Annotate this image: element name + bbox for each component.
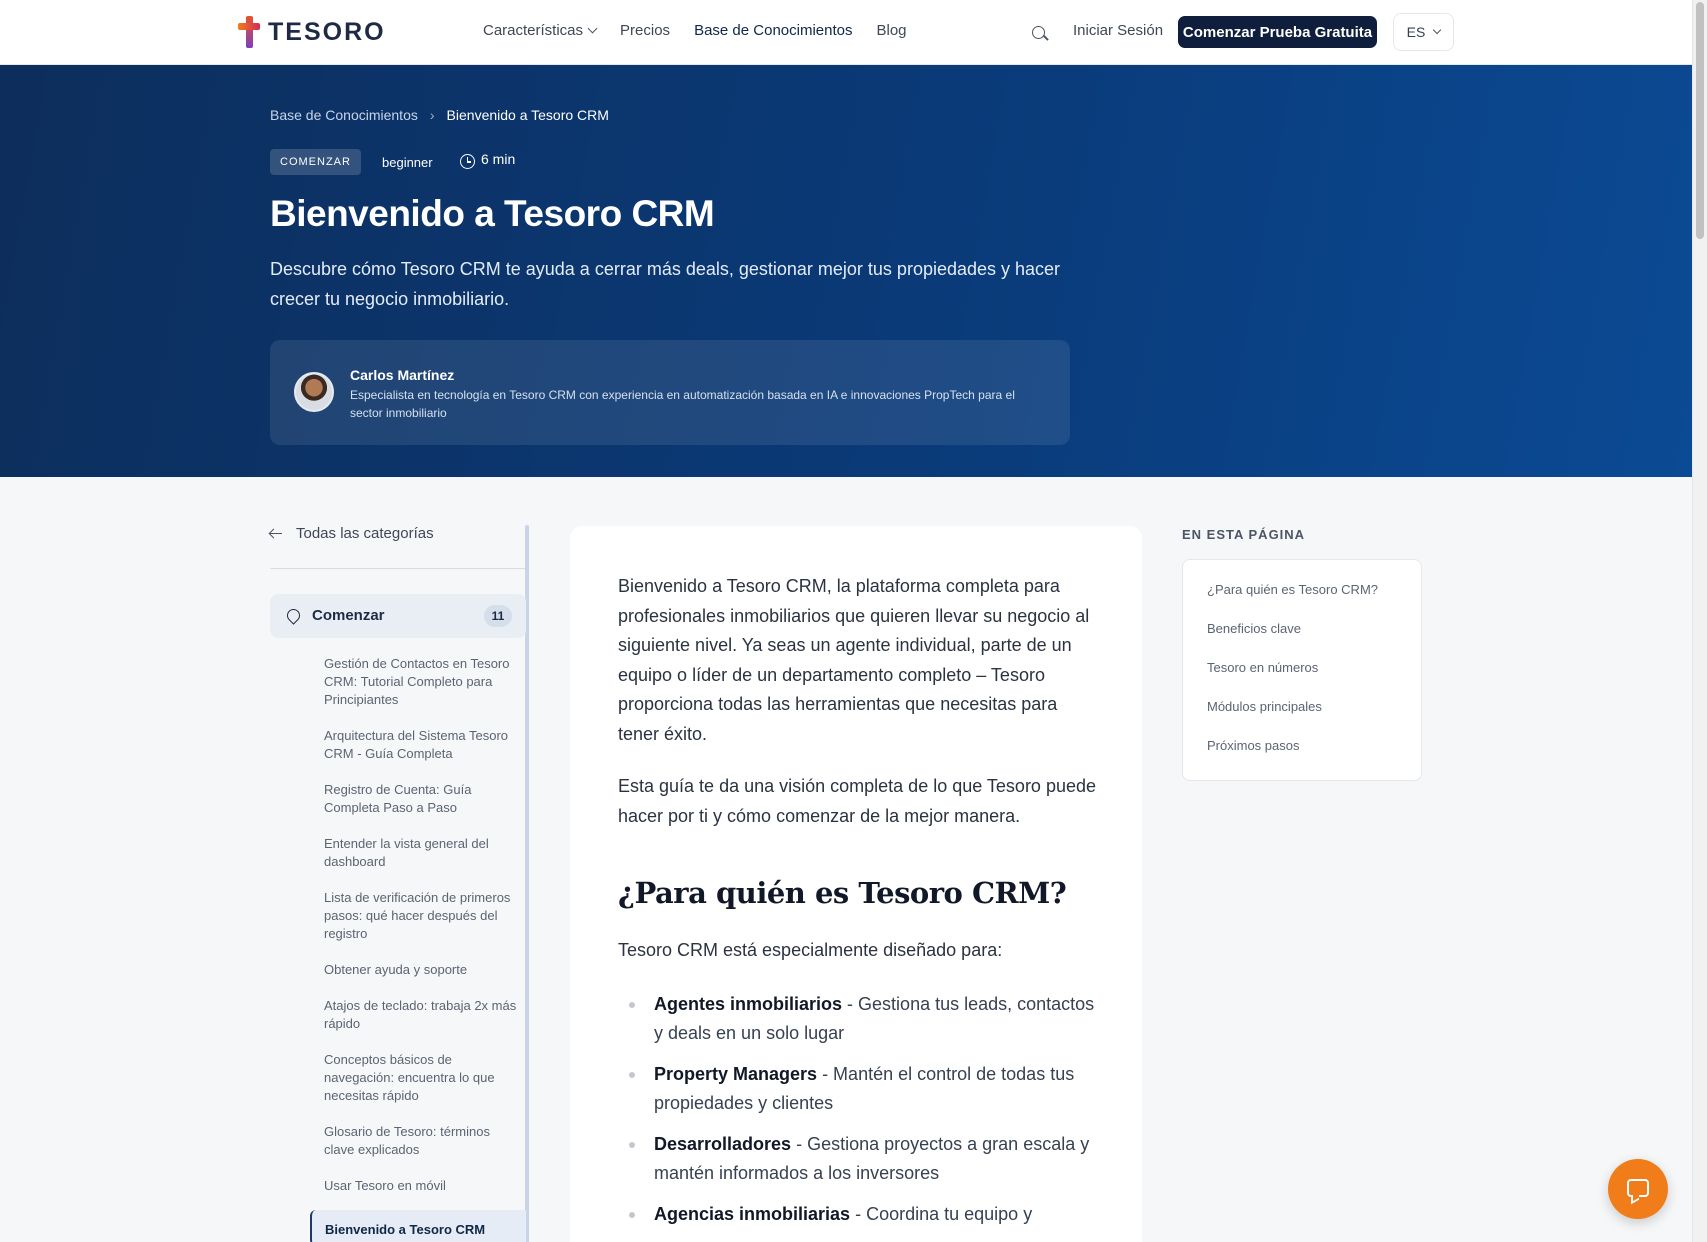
- sidebar-article-item[interactable]: Arquitectura del Sistema Tesoro CRM - Gu…: [310, 727, 520, 763]
- sidebar-article-item[interactable]: Lista de verificación de primeros pasos:…: [310, 889, 520, 943]
- list-item-term: Property Managers: [654, 1064, 818, 1084]
- sidebar-divider: [270, 568, 526, 569]
- sidebar-article-item[interactable]: Glosario de Tesoro: términos clave expli…: [310, 1123, 520, 1159]
- tesoro-logo-icon: [238, 16, 260, 48]
- author-avatar: [294, 372, 334, 412]
- sidebar-article-item[interactable]: Registro de Cuenta: Guía Completa Paso a…: [310, 781, 520, 817]
- list-item-term: Desarrolladores: [654, 1134, 792, 1154]
- back-label: Todas las categorías: [296, 525, 434, 542]
- list-item: Agencias inmobiliarias - Coordina tu equ…: [618, 1200, 1098, 1229]
- article-guide-paragraph: Esta guía te da una visión completa de l…: [618, 776, 1097, 826]
- list-item-desc: - Coordina tu equipo y: [850, 1204, 1033, 1224]
- page-scrollbar[interactable]: [1692, 0, 1707, 1242]
- list-item-term: Agencias inmobiliarias: [654, 1204, 851, 1224]
- bullet-icon: [629, 1212, 635, 1218]
- article-hero: Base de Conocimientos › Bienvenido a Tes…: [0, 65, 1692, 477]
- chat-bubble-icon: [1627, 1179, 1649, 1197]
- language-label: ES: [1406, 24, 1426, 40]
- back-to-categories-link[interactable]: Todas las categorías: [270, 525, 434, 542]
- category-getting-started[interactable]: Comenzar 11: [270, 594, 526, 638]
- list-item: Property Managers - Mantén el control de…: [618, 1060, 1098, 1118]
- category-badge[interactable]: COMENZAR: [270, 149, 361, 175]
- article-intro: Bienvenido a Tesoro CRM, la plataforma c…: [618, 576, 1090, 744]
- read-time: 6 min: [481, 151, 516, 167]
- audience-list: Agentes inmobiliarios - Gestiona tus lea…: [618, 990, 1098, 1241]
- login-link[interactable]: Iniciar Sesión: [1073, 22, 1163, 39]
- nav-blog[interactable]: Blog: [877, 22, 907, 39]
- brand-name: TESORO: [268, 17, 386, 46]
- main-nav: Características Precios Base de Conocimi…: [483, 22, 907, 39]
- sidebar-article-item[interactable]: Conceptos básicos de navegación: encuent…: [310, 1051, 520, 1105]
- toc-item[interactable]: Próximos pasos: [1207, 738, 1378, 756]
- sidebar-article-item[interactable]: Obtener ayuda y soporte: [310, 961, 520, 979]
- sidebar-article-item[interactable]: Usar Tesoro en móvil: [310, 1177, 520, 1195]
- chevron-down-icon: [1433, 25, 1442, 35]
- page-title: Bienvenido a Tesoro CRM: [270, 193, 715, 234]
- article-content: Bienvenido a Tesoro CRM, la plataforma c…: [570, 526, 1142, 1242]
- breadcrumb-knowledge-base[interactable]: Base de Conocimientos: [270, 107, 418, 123]
- search-icon[interactable]: [1032, 26, 1045, 39]
- arrow-left-icon: [270, 529, 282, 539]
- breadcrumb-current: Bienvenido a Tesoro CRM: [446, 107, 609, 123]
- sidebar-scroll-rail: [525, 525, 529, 1242]
- toc-item[interactable]: Beneficios clave: [1207, 621, 1378, 639]
- author-bio: Especialista en tecnología en Tesoro CRM…: [350, 388, 1015, 420]
- clock-icon: [460, 154, 475, 169]
- nav-features-label: Características: [483, 22, 584, 39]
- language-selector[interactable]: ES: [1393, 13, 1454, 51]
- breadcrumb-separator-icon: ›: [429, 107, 435, 123]
- table-of-contents: ¿Para quién es Tesoro CRM? Beneficios cl…: [1182, 559, 1422, 781]
- category-count-badge: 11: [484, 605, 512, 627]
- author-card: Carlos Martínez Especialista en tecnolog…: [270, 340, 1070, 445]
- start-trial-button[interactable]: Comenzar Prueba Gratuita: [1178, 16, 1377, 48]
- page-lead: Descubre cómo Tesoro CRM te ayuda a cerr…: [270, 259, 1061, 309]
- scrollbar-thumb[interactable]: [1696, 2, 1704, 239]
- bullet-icon: [629, 1002, 635, 1008]
- list-item: Desarrolladores - Gestiona proyectos a g…: [618, 1130, 1098, 1188]
- sidebar-article-item[interactable]: Atajos de teclado: trabaja 2x más rápido: [310, 997, 520, 1033]
- designed-for-text: Tesoro CRM está especialmente diseñado p…: [618, 940, 1003, 960]
- top-navigation: TESORO Características Precios Base de C…: [0, 0, 1692, 65]
- toc-item[interactable]: ¿Para quién es Tesoro CRM?: [1207, 582, 1378, 600]
- category-label: Comenzar: [312, 607, 385, 624]
- list-item: Agentes inmobiliarios - Gestiona tus lea…: [618, 990, 1098, 1048]
- toc-item[interactable]: Tesoro en números: [1207, 660, 1378, 678]
- author-name: Carlos Martínez: [350, 367, 455, 383]
- nav-features[interactable]: Características: [483, 22, 598, 39]
- difficulty-level: beginner: [382, 155, 433, 170]
- sidebar-article-item[interactable]: Gestión de Contactos en Tesoro CRM: Tuto…: [310, 655, 520, 709]
- sidebar-article-item[interactable]: Entender la vista general del dashboard: [310, 835, 520, 871]
- chat-widget-button[interactable]: [1608, 1159, 1668, 1219]
- toc-item[interactable]: Módulos principales: [1207, 699, 1378, 717]
- section-heading: ¿Para quién es Tesoro CRM?: [618, 876, 1067, 910]
- category-article-list: Gestión de Contactos en Tesoro CRM: Tuto…: [310, 655, 520, 1213]
- nav-knowledge-base[interactable]: Base de Conocimientos: [694, 22, 852, 39]
- bullet-icon: [629, 1142, 635, 1148]
- toc-title: EN ESTA PÁGINA: [1182, 527, 1306, 542]
- rocket-icon: [284, 606, 303, 625]
- list-item-term: Agentes inmobiliarios: [654, 994, 843, 1014]
- chevron-down-icon: [587, 23, 598, 34]
- breadcrumb: Base de Conocimientos › Bienvenido a Tes…: [270, 107, 609, 123]
- brand-logo[interactable]: TESORO: [238, 16, 386, 48]
- sidebar-article-active[interactable]: Bienvenido a Tesoro CRM: [310, 1210, 526, 1242]
- nav-pricing[interactable]: Precios: [620, 22, 670, 39]
- bullet-icon: [629, 1072, 635, 1078]
